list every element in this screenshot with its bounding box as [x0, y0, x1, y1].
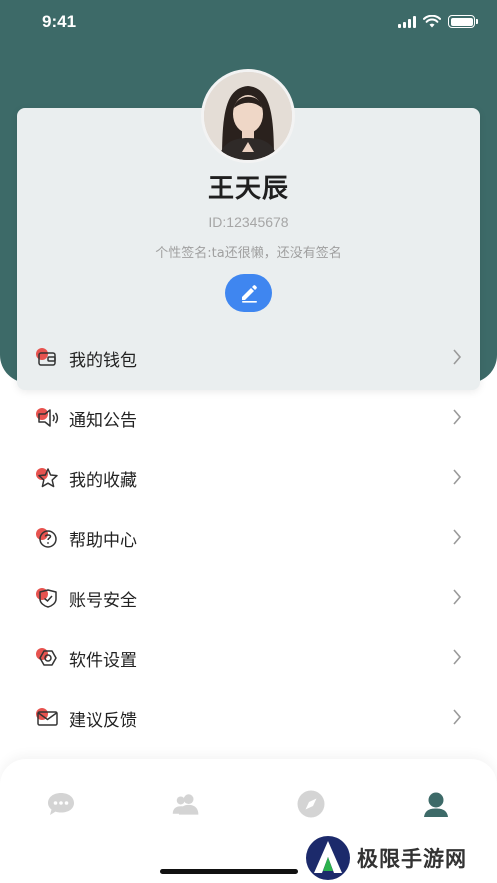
chevron-right-icon [453, 589, 462, 605]
compass-icon [297, 790, 325, 818]
menu-item-favorites[interactable]: 我的收藏 [17, 447, 480, 507]
watermark: 极限手游网 [305, 835, 495, 881]
cellular-signal-icon [398, 15, 416, 28]
status-bar: 9:41 [0, 0, 497, 48]
speaker-icon [36, 408, 59, 427]
menu-item-settings[interactable]: 软件设置 [17, 627, 480, 687]
menu-item-label: 帮助中心 [69, 531, 137, 551]
menu-list: 我的钱包 通知公告 我的收藏 帮助中心 账号安全 软件设置 建议反馈 [17, 327, 480, 747]
tab-profile[interactable] [421, 789, 451, 819]
tab-contacts[interactable] [171, 789, 201, 819]
menu-item-label: 建议反馈 [69, 711, 137, 731]
edit-profile-button[interactable] [225, 274, 272, 312]
chevron-right-icon [453, 409, 462, 425]
menu-item-help[interactable]: 帮助中心 [17, 507, 480, 567]
menu-item-label: 通知公告 [69, 411, 137, 431]
wifi-icon [423, 15, 441, 28]
star-icon [36, 468, 58, 488]
battery-icon [448, 15, 478, 28]
menu-item-wallet[interactable]: 我的钱包 [17, 327, 480, 387]
status-icons [398, 15, 478, 28]
chevron-right-icon [453, 529, 462, 545]
profile-id: ID:12345678 [208, 214, 289, 230]
chevron-right-icon [453, 649, 462, 665]
menu-item-notice[interactable]: 通知公告 [17, 387, 480, 447]
watermark-logo-icon [306, 836, 350, 880]
help-icon [36, 528, 57, 548]
chat-icon [48, 793, 74, 815]
tab-messages[interactable] [46, 789, 76, 819]
avatar[interactable] [201, 69, 295, 163]
chevron-right-icon [453, 349, 462, 365]
tab-discover[interactable] [296, 789, 326, 819]
profile-signature: 个性签名:ta还很懒，还没有签名 [155, 246, 342, 261]
menu-item-label: 我的收藏 [69, 471, 137, 491]
wallet-icon [36, 348, 56, 366]
settings-icon [36, 648, 57, 666]
home-indicator [160, 869, 298, 874]
shield-icon [36, 588, 57, 608]
profile-name: 王天辰 [207, 174, 289, 204]
avatar-image [204, 72, 292, 160]
contacts-icon [172, 794, 199, 815]
chevron-right-icon [453, 709, 462, 725]
mail-icon [36, 708, 58, 726]
menu-item-label: 账号安全 [69, 591, 137, 611]
chevron-right-icon [453, 469, 462, 485]
status-time: 9:41 [42, 12, 77, 31]
menu-item-label: 我的钱包 [69, 351, 137, 371]
menu-item-security[interactable]: 账号安全 [17, 567, 480, 627]
pencil-icon [241, 285, 257, 303]
profile-icon [424, 792, 448, 817]
menu-item-label: 软件设置 [69, 651, 137, 671]
watermark-text: 极限手游网 [357, 846, 467, 871]
menu-item-feedback[interactable]: 建议反馈 [17, 687, 480, 747]
